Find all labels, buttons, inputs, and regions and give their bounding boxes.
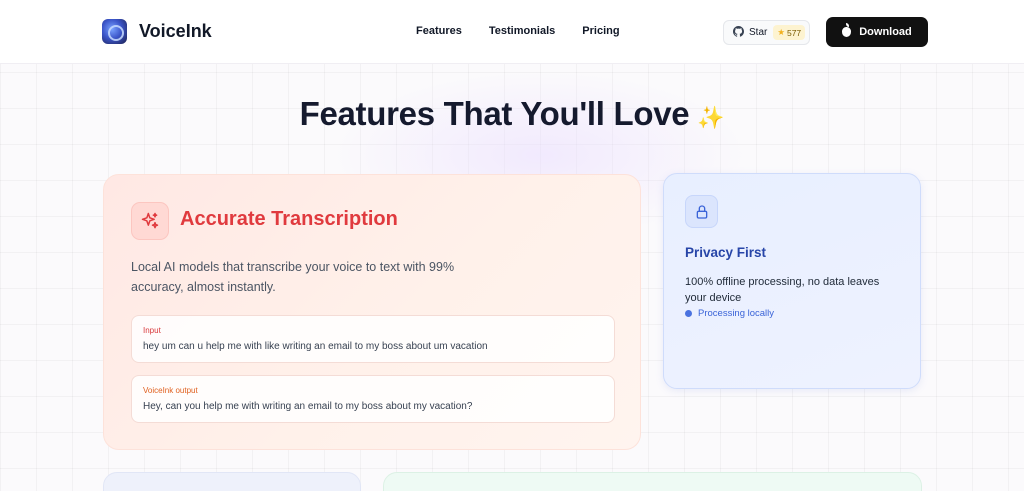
input-example-box: Input hey um can u help me with like wri…	[131, 315, 615, 363]
section-title: Features That You'll Love ✨	[0, 95, 1024, 133]
star-label: Star	[749, 27, 768, 38]
privacy-title: Privacy First	[685, 245, 767, 260]
feature-description: Local AI models that transcribe your voi…	[131, 260, 455, 294]
lock-icon	[685, 195, 718, 228]
processing-status: Processing locally	[685, 308, 774, 319]
feature-card-accurate-transcription: Accurate Transcription Local AI models t…	[103, 174, 641, 450]
input-text: hey um can u help me with like writing a…	[143, 341, 488, 352]
download-label: Download	[859, 26, 912, 38]
input-label: Input	[143, 326, 161, 335]
sparkles-icon	[131, 202, 169, 240]
sparkles-emoji-icon: ✨	[697, 105, 725, 130]
app-logo-icon	[102, 19, 127, 44]
nav-link-features[interactable]: Features	[416, 25, 462, 37]
feature-title: Accurate Transcription	[180, 208, 398, 230]
nav-link-pricing[interactable]: Pricing	[582, 25, 619, 37]
feature-card-partial-1	[103, 472, 361, 491]
star-icon: ★	[777, 27, 785, 37]
feature-card-partial-2	[383, 472, 922, 491]
nav-link-testimonials[interactable]: Testimonials	[489, 25, 555, 37]
brand-logo[interactable]: VoiceInk	[102, 19, 212, 44]
nav-links: Features Testimonials Pricing	[416, 25, 620, 37]
output-label: VoiceInk output	[143, 386, 198, 395]
output-example-box: VoiceInk output Hey, can you help me wit…	[131, 375, 615, 423]
github-icon	[733, 25, 744, 40]
brand-name: VoiceInk	[139, 21, 212, 41]
star-count: 577	[786, 27, 802, 38]
download-button[interactable]: Download	[826, 17, 928, 47]
status-text: Processing locally	[698, 308, 775, 319]
output-text: Hey, can you help me with writing an ema…	[143, 401, 473, 412]
apple-icon	[842, 23, 852, 37]
top-navbar: VoiceInk Features Testimonials Pricing S…	[0, 0, 1024, 64]
github-star-button[interactable]: Star ★ 577	[723, 20, 810, 45]
star-count-badge: ★ 577	[773, 25, 806, 40]
privacy-description: 100% offline processing, no data leaves …	[685, 276, 880, 304]
status-dot-icon	[685, 310, 692, 317]
section-title-text: Features That You'll Love	[299, 95, 690, 132]
feature-card-privacy-first: Privacy First 100% offline processing, n…	[663, 173, 921, 389]
